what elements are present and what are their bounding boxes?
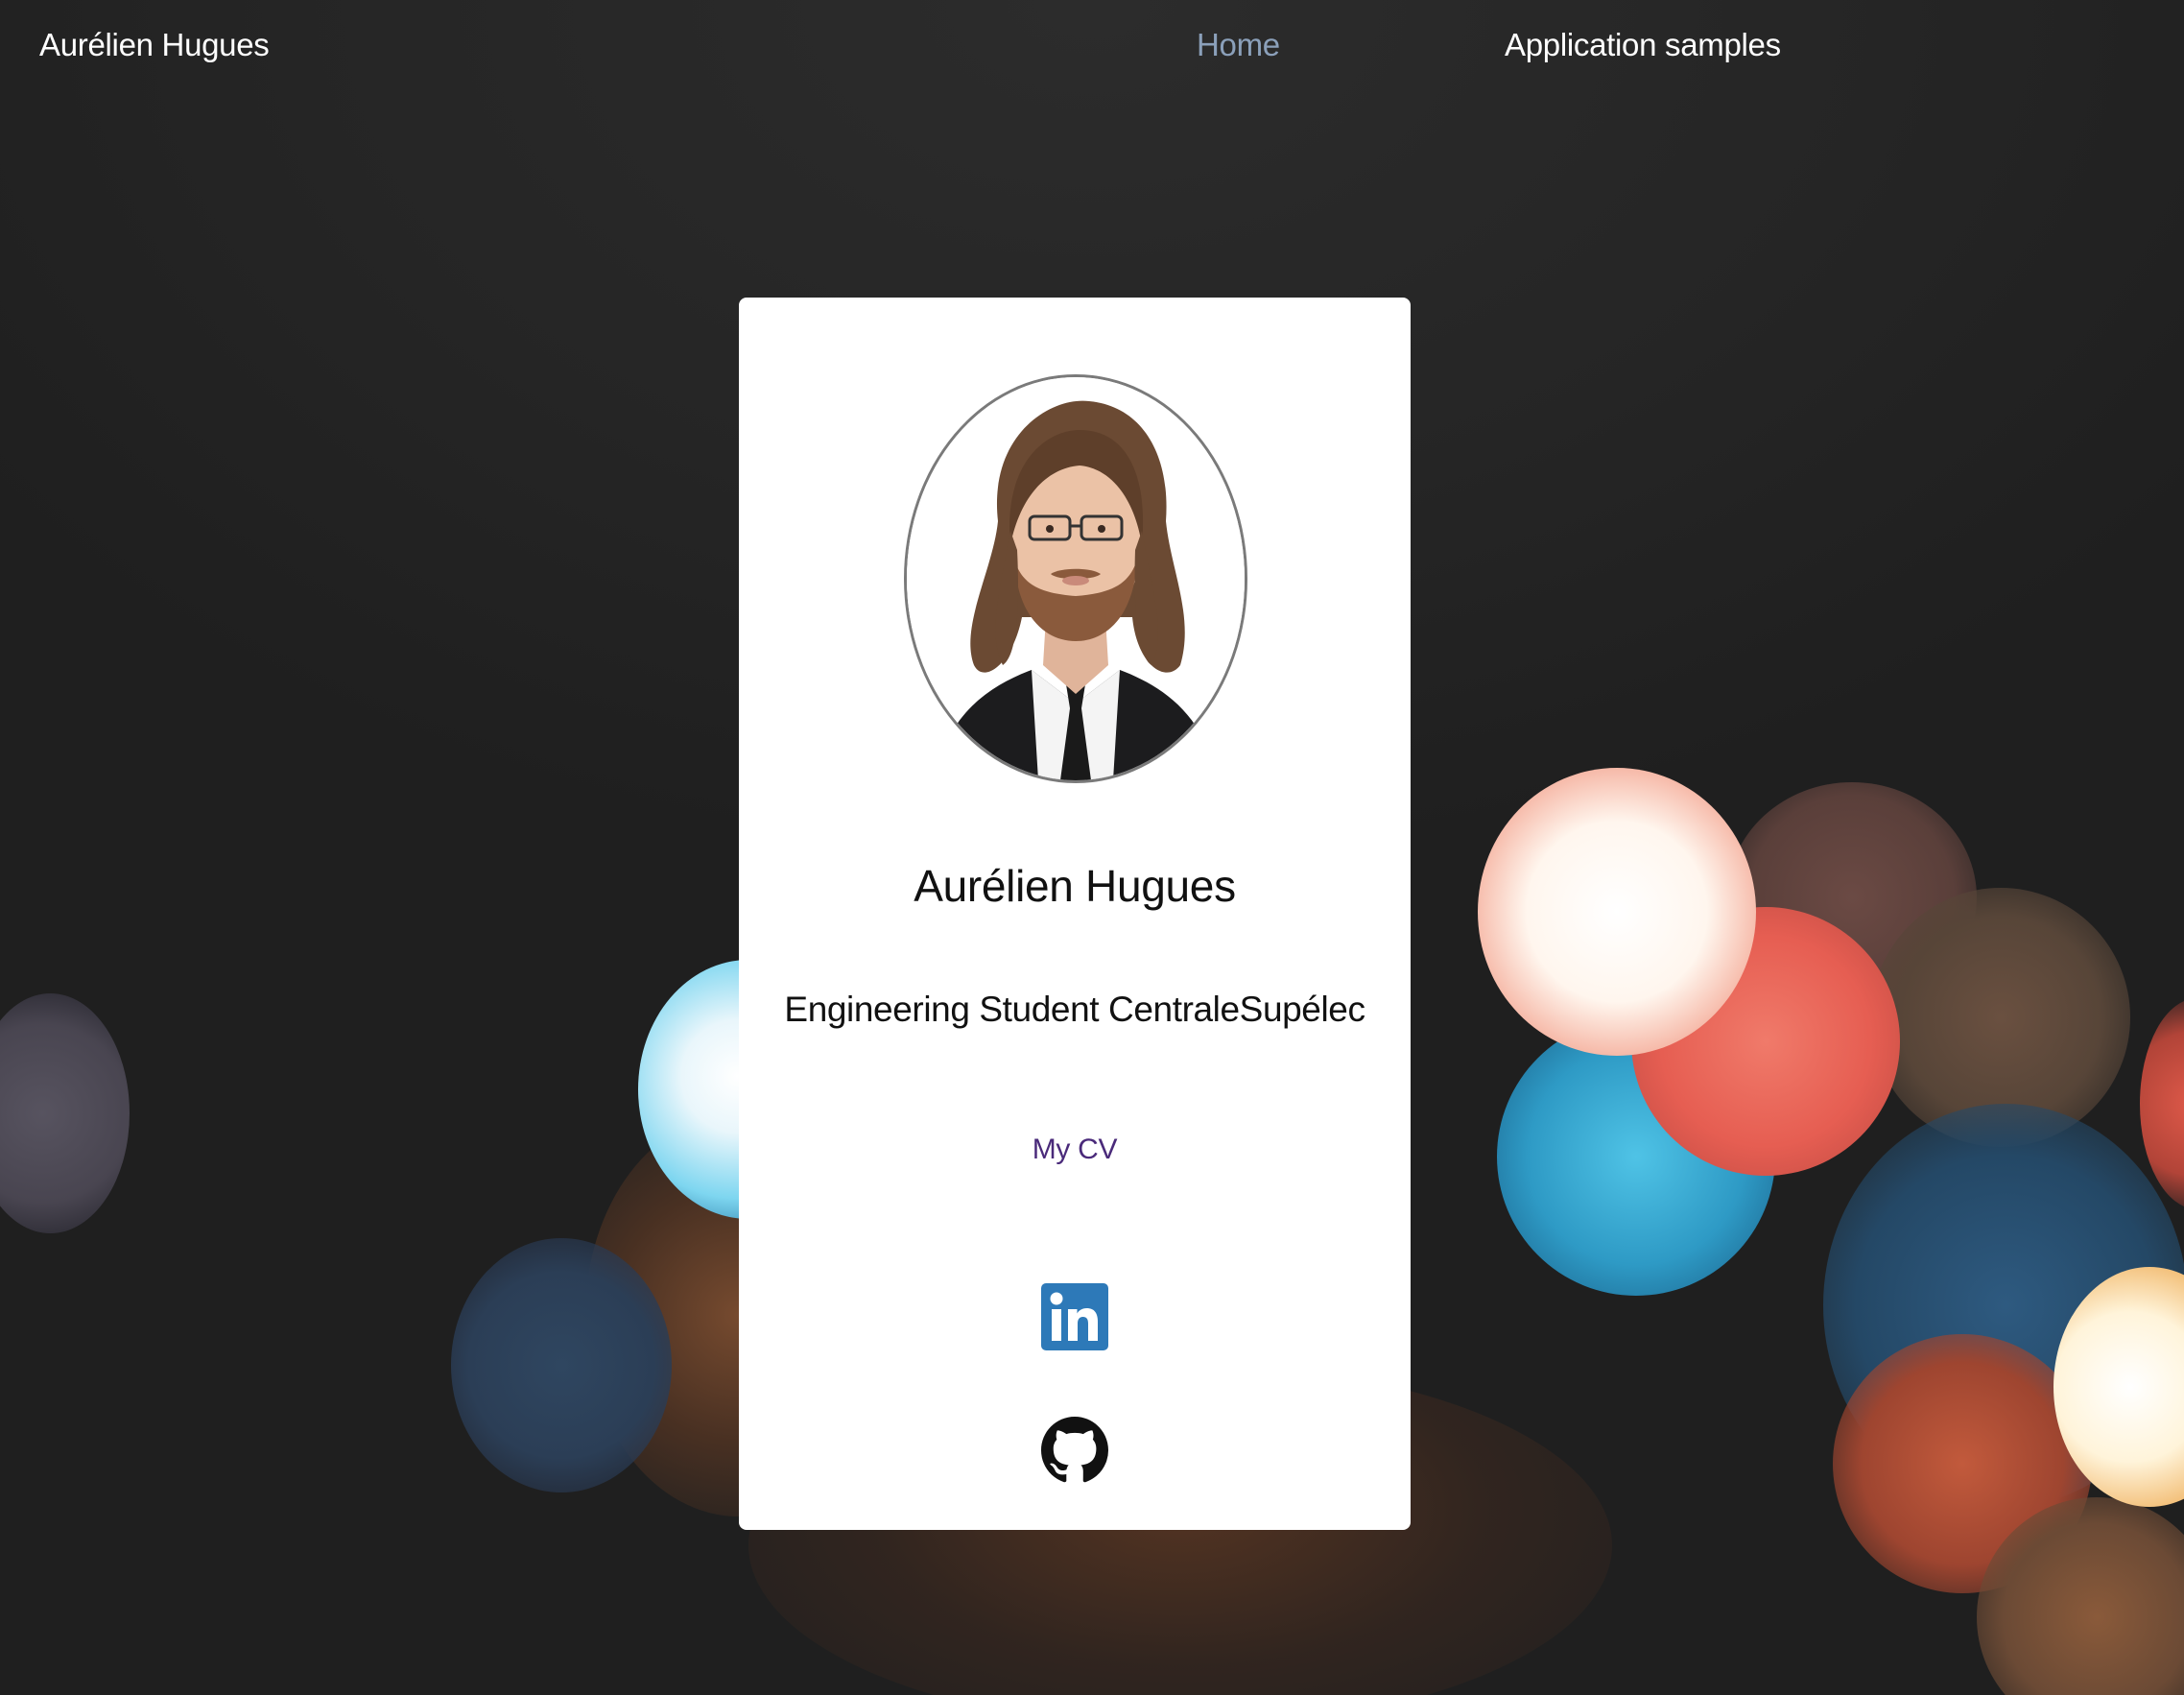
nav-link-home[interactable]: Home [1197, 27, 1280, 63]
profile-photo [904, 374, 1247, 783]
bokeh-light [1478, 768, 1756, 1056]
nav-link-application-samples[interactable]: Application samples [1505, 27, 1781, 63]
github-link[interactable] [1041, 1417, 1108, 1484]
top-navbar: Aurélien Hugues Home Application samples [0, 0, 2184, 101]
profile-card: Aurélien Hugues Engineering Student Cent… [739, 298, 1411, 1530]
cv-link[interactable]: My CV [739, 1134, 1411, 1166]
github-icon [1041, 1417, 1108, 1483]
brand-link[interactable]: Aurélien Hugues [39, 27, 270, 63]
profile-subtitle: Engineering Student CentraleSupélec [784, 990, 1365, 1029]
bokeh-light [451, 1238, 672, 1492]
linkedin-link[interactable] [1041, 1283, 1108, 1350]
profile-name: Aurélien Hugues [914, 861, 1236, 911]
profile-photo-illustration [907, 377, 1245, 780]
linkedin-icon [1041, 1283, 1108, 1350]
bokeh-light [0, 993, 130, 1233]
